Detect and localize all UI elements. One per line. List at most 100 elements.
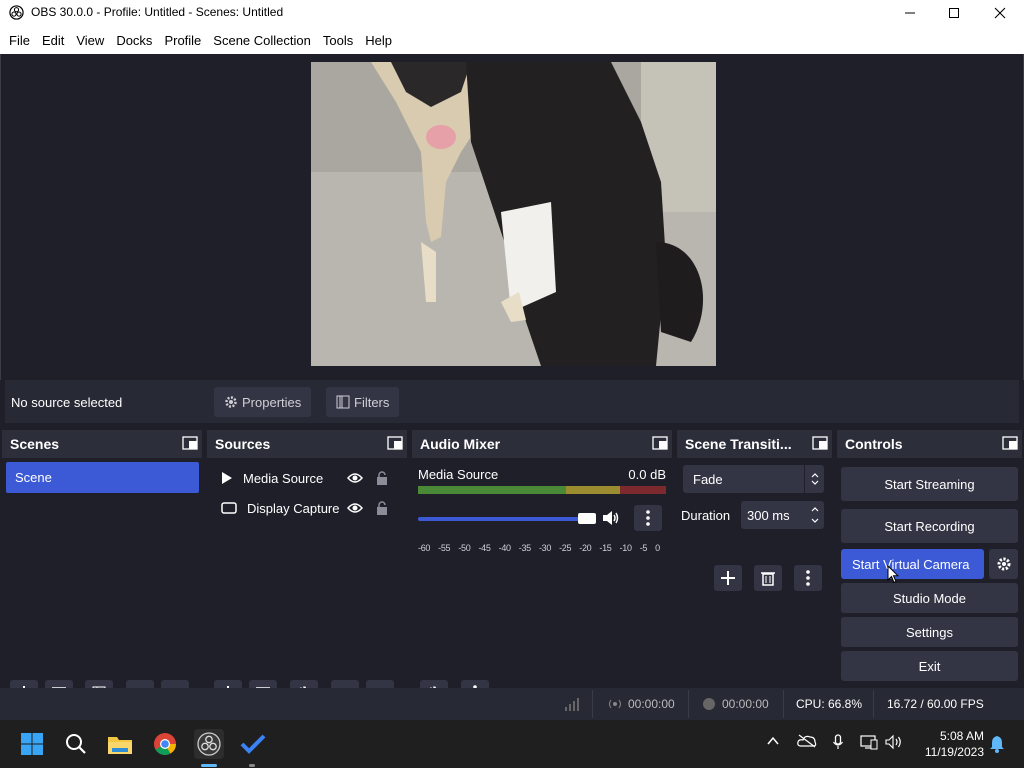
transition-select-value: Fade <box>693 472 723 487</box>
title-bar: OBS 30.0.0 - Profile: Untitled - Scenes:… <box>0 0 1024 26</box>
add-transition-button[interactable] <box>714 565 742 591</box>
properties-button[interactable]: Properties <box>214 387 312 417</box>
microphone-icon[interactable] <box>832 734 844 750</box>
menu-scene-collection[interactable]: Scene Collection <box>207 33 317 48</box>
record-time: 00:00:00 <box>722 697 769 711</box>
broadcast-icon <box>609 699 621 709</box>
gear-icon <box>225 396 237 408</box>
obs-icon <box>197 732 221 756</box>
undock-icon[interactable] <box>1002 436 1018 450</box>
menu-edit[interactable]: Edit <box>36 33 70 48</box>
start-virtual-camera-button[interactable]: Start Virtual Camera <box>841 549 984 579</box>
meter-tick: -50 <box>458 543 471 553</box>
duration-spinbox[interactable]: 300 ms <box>741 501 824 529</box>
volume-icon[interactable] <box>885 734 903 750</box>
duration-label: Duration <box>681 508 731 523</box>
preview-canvas[interactable] <box>0 54 1024 380</box>
meter-tick: -10 <box>619 543 632 553</box>
menu-tools[interactable]: Tools <box>317 33 359 48</box>
spin-arrows-icon[interactable] <box>810 505 820 525</box>
menu-file[interactable]: File <box>3 33 36 48</box>
menu-docks[interactable]: Docks <box>110 33 158 48</box>
meter-scale: -60 -55 -50 -45 -40 -35 -30 -25 -20 -15 … <box>418 543 660 553</box>
onedrive-offline-icon[interactable] <box>797 734 817 748</box>
minimize-icon <box>905 12 915 14</box>
controls-dock: Controls Start Streaming Start Recording… <box>837 430 1022 686</box>
audio-mixer-header: Audio Mixer <box>412 430 672 458</box>
source-status-text: No source selected <box>11 395 123 410</box>
sources-list: Media Source Display Capture <box>207 458 407 706</box>
exit-button[interactable]: Exit <box>841 651 1018 681</box>
source-item-display-capture[interactable]: Display Capture <box>221 495 391 521</box>
obs-logo-icon <box>9 5 24 20</box>
audio-mixer-body: Media Source 0.0 dB -60 -55 -50 -45 -40 … <box>412 458 672 706</box>
meter-tick: -45 <box>478 543 491 553</box>
meter-tick: -25 <box>559 543 572 553</box>
remove-transition-button[interactable] <box>754 565 782 591</box>
undock-icon[interactable] <box>652 436 668 450</box>
scene-transitions-dock: Scene Transiti... Fade Duration 300 ms <box>677 430 832 686</box>
menu-profile[interactable]: Profile <box>158 33 207 48</box>
taskbar-clock[interactable]: 5:08 AM 11/19/2023 <box>912 728 984 760</box>
taskbar-file-explorer[interactable] <box>105 729 135 759</box>
stream-status: 00:00:00 <box>608 697 675 711</box>
undock-icon[interactable] <box>812 436 828 450</box>
taskbar-search-button[interactable] <box>61 729 91 759</box>
settings-button[interactable]: Settings <box>841 617 1018 647</box>
close-button[interactable] <box>977 0 1023 26</box>
duration-value: 300 ms <box>747 508 790 523</box>
eye-icon[interactable] <box>347 502 363 514</box>
taskbar-chrome[interactable] <box>150 729 180 759</box>
transition-properties-button[interactable] <box>794 565 822 591</box>
mixer-channel-level: 0.0 dB <box>628 467 666 482</box>
eye-icon[interactable] <box>347 472 363 484</box>
record-status: 00:00:00 <box>702 697 769 711</box>
taskbar-obs[interactable] <box>194 729 224 759</box>
signal-bars-icon <box>565 698 579 711</box>
chevron-up-icon[interactable] <box>766 734 780 748</box>
unlock-icon[interactable] <box>376 471 388 485</box>
meter-tick: -60 <box>418 543 431 553</box>
windows-start-icon <box>21 733 43 755</box>
menu-help[interactable]: Help <box>359 33 398 48</box>
mouse-cursor-icon <box>887 565 899 584</box>
meter-tick: -35 <box>518 543 531 553</box>
clock-date: 11/19/2023 <box>924 745 984 759</box>
trash-icon <box>761 572 775 586</box>
mixer-channel-menu-button[interactable] <box>634 505 662 531</box>
maximize-button[interactable] <box>931 0 977 26</box>
controls-body: Start Streaming Start Recording Start Vi… <box>837 458 1022 686</box>
volume-slider[interactable] <box>418 517 596 521</box>
sources-dock-header: Sources <box>207 430 407 458</box>
sources-dock: Sources Media Source Display Capture <box>207 430 407 706</box>
menu-bar: File Edit View Docks Profile Scene Colle… <box>0 26 1024 54</box>
select-arrows <box>804 465 824 493</box>
transition-select[interactable]: Fade <box>683 465 824 493</box>
controls-title: Controls <box>845 436 903 452</box>
taskbar-todo[interactable] <box>238 729 268 759</box>
chevron-up-down-icon <box>811 473 819 485</box>
scenes-dock-header: Scenes <box>2 430 202 458</box>
volume-slider-handle[interactable] <box>578 513 596 524</box>
start-recording-button[interactable]: Start Recording <box>841 509 1018 543</box>
scene-item[interactable]: Scene <box>6 462 199 493</box>
network-icon[interactable] <box>860 734 878 750</box>
source-label: Display Capture <box>247 500 340 516</box>
speaker-icon[interactable] <box>602 510 620 526</box>
scene-transitions-header: Scene Transiti... <box>677 430 832 458</box>
undock-icon[interactable] <box>387 436 403 450</box>
notification-bell-icon[interactable] <box>989 735 1005 753</box>
filters-button[interactable]: Filters <box>326 387 400 417</box>
unlock-icon[interactable] <box>376 501 388 515</box>
studio-mode-button[interactable]: Studio Mode <box>841 583 1018 613</box>
virtual-camera-settings-button[interactable] <box>989 549 1018 579</box>
menu-view[interactable]: View <box>70 33 110 48</box>
monitor-icon <box>221 501 237 514</box>
undock-icon[interactable] <box>182 436 198 450</box>
source-item-media-source[interactable]: Media Source <box>221 465 391 491</box>
cpu-usage: CPU: 66.8% <box>796 697 863 711</box>
windows-start-button[interactable] <box>17 729 47 759</box>
minimize-button[interactable] <box>887 0 933 26</box>
scenes-dock: Scenes Scene <box>2 430 202 706</box>
start-streaming-button[interactable]: Start Streaming <box>841 467 1018 501</box>
